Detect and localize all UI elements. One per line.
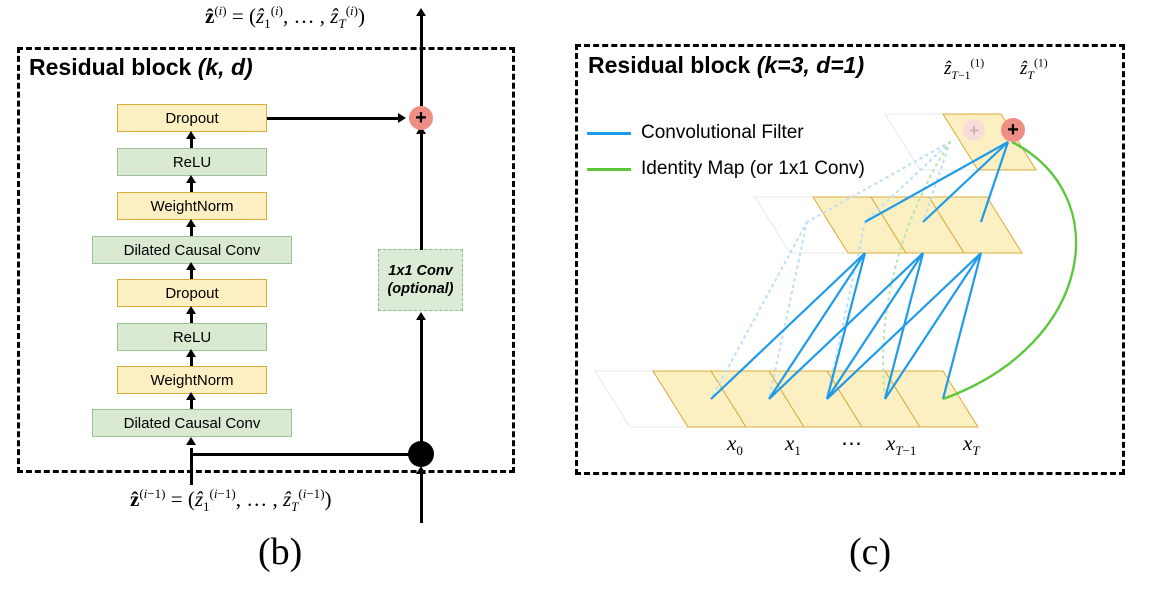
node-label: Dropout bbox=[165, 284, 219, 302]
arrowhead bbox=[186, 392, 196, 400]
node-label: WeightNorm bbox=[150, 197, 234, 215]
node-dropout-2[interactable]: Dropout bbox=[117, 104, 267, 132]
caption-c: (c) bbox=[849, 531, 892, 573]
plus-symbol: + bbox=[415, 107, 427, 129]
node-label: WeightNorm bbox=[150, 371, 234, 389]
connector-dropout2-to-plus bbox=[267, 117, 401, 120]
optional-conv-line2: (optional) bbox=[387, 281, 454, 297]
node-relu-2[interactable]: ReLU bbox=[117, 148, 267, 176]
plus-symbol: + bbox=[1007, 119, 1019, 141]
input-label-ellipsis: ⋯ bbox=[841, 431, 862, 455]
node-label: Dilated Causal Conv bbox=[123, 241, 261, 259]
optional-1x1-conv-box[interactable]: 1x1 Conv (optional) bbox=[378, 249, 463, 311]
input-label-x0: x0 bbox=[727, 431, 743, 459]
plus-symbol: + bbox=[969, 120, 979, 140]
connector-plus-to-output bbox=[420, 14, 423, 106]
node-relu-1[interactable]: ReLU bbox=[117, 323, 267, 351]
node-label: ReLU bbox=[172, 153, 212, 171]
ghost-connections bbox=[709, 140, 952, 401]
panel-b-title: Residual block (k, d) bbox=[29, 54, 253, 81]
connector-input-branch bbox=[190, 453, 425, 456]
arrowhead bbox=[186, 219, 196, 227]
arrowhead bbox=[186, 306, 196, 314]
arrowhead bbox=[186, 175, 196, 183]
arrowhead bbox=[416, 312, 426, 320]
panel-b-title-prefix: Residual block bbox=[29, 54, 198, 80]
input-label-xT: xT bbox=[963, 431, 980, 459]
residual-add-circle-c: + bbox=[1001, 118, 1025, 142]
panel-b-title-params: (k, d) bbox=[197, 54, 253, 80]
input-label-xT-1: xT−1 bbox=[886, 431, 917, 459]
arrowhead bbox=[398, 113, 406, 123]
node-label: Dilated Causal Conv bbox=[123, 414, 261, 432]
residual-add-circle-ghost: + bbox=[963, 119, 985, 141]
node-dropout-1[interactable]: Dropout bbox=[117, 279, 267, 307]
node-dilated-causal-conv-2[interactable]: Dilated Causal Conv bbox=[92, 236, 292, 264]
input-label-x1: x1 bbox=[785, 431, 801, 459]
node-label: Dropout bbox=[165, 109, 219, 127]
arrowhead bbox=[416, 8, 426, 16]
tcn-layer-diagram: .cellY{fill:#FCEFC1;stroke:#D8AC3C;strok… bbox=[594, 113, 1078, 428]
node-weightnorm-2[interactable]: WeightNorm bbox=[117, 192, 267, 220]
arrowhead bbox=[186, 349, 196, 357]
optional-conv-line1: 1x1 Conv bbox=[388, 262, 453, 279]
arrowhead bbox=[416, 466, 426, 474]
connector-input-arrow bbox=[420, 473, 423, 523]
arrowhead bbox=[186, 437, 196, 445]
node-label: ReLU bbox=[172, 328, 212, 346]
caption-b: (b) bbox=[258, 531, 303, 573]
connector-dot-to-optional bbox=[420, 318, 423, 446]
input-plane bbox=[594, 370, 979, 428]
connector-optional-to-plus bbox=[420, 132, 423, 250]
input-equation: ẑ(i−1) = (ẑ1(i−1), … , ẑT(i−1)) bbox=[130, 486, 332, 515]
residual-add-circle-b: + bbox=[409, 106, 433, 130]
node-dilated-causal-conv-1[interactable]: Dilated Causal Conv bbox=[92, 409, 292, 437]
arrowhead bbox=[186, 131, 196, 139]
arrowhead bbox=[186, 262, 196, 270]
node-weightnorm-1[interactable]: WeightNorm bbox=[117, 366, 267, 394]
output-equation: ẑ(i) = (ẑ1(i), … , ẑT(i)) bbox=[205, 3, 365, 32]
